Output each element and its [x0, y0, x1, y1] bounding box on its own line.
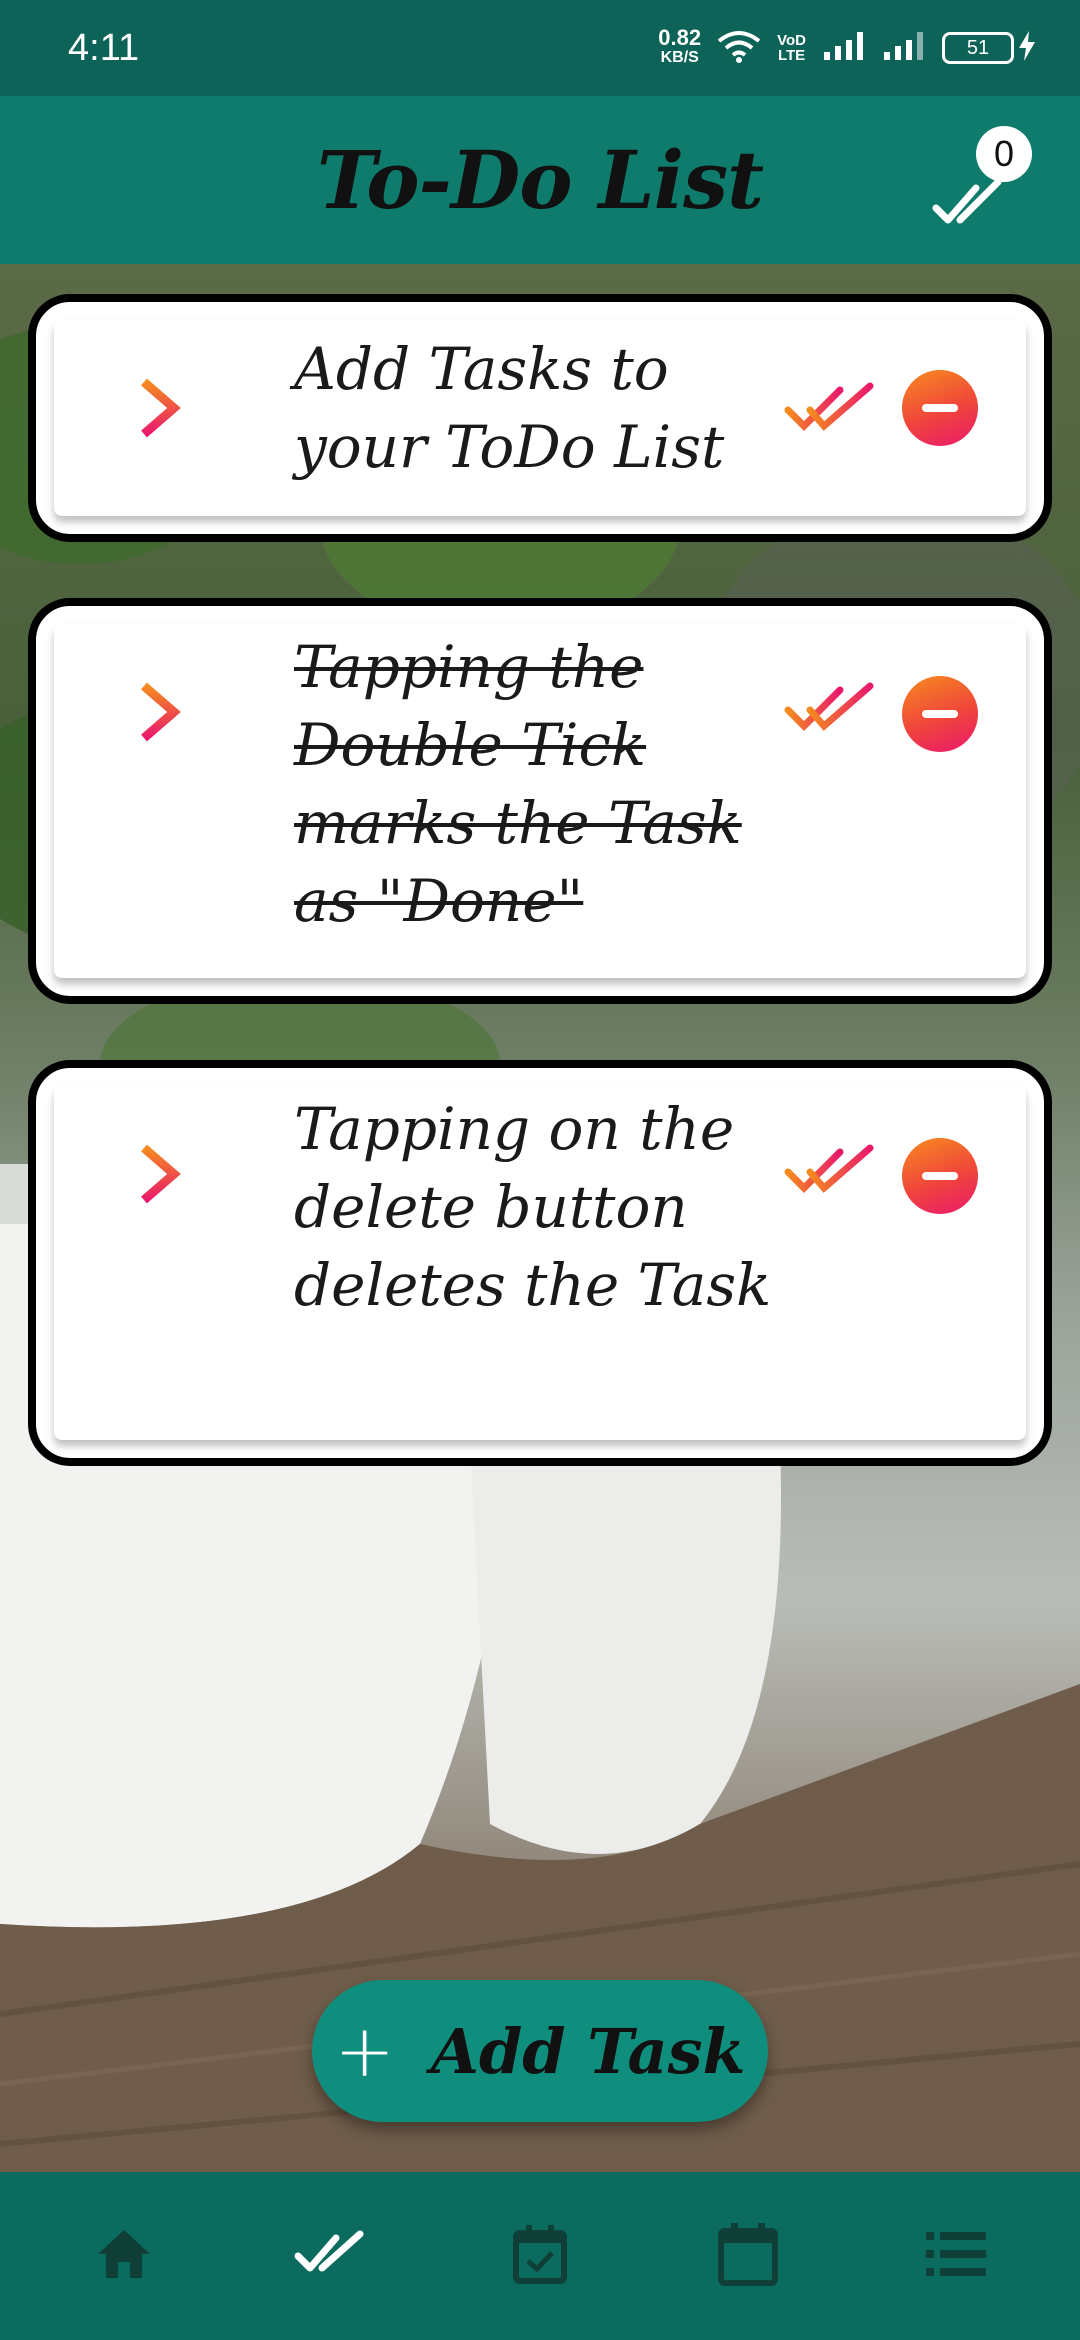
- bottom-nav: [0, 2172, 1080, 2340]
- volte-label-bottom: LTE: [777, 47, 806, 64]
- task-card: Tapping on the delete button deletes the…: [28, 1060, 1052, 1466]
- volte-label-top: VoD: [777, 32, 806, 49]
- task-text: Tapping on the delete button deletes the…: [294, 1095, 772, 1319]
- done-count-badge: 0: [976, 126, 1032, 182]
- volte-indicator: VoD LTE: [777, 33, 806, 63]
- nav-list[interactable]: [896, 2196, 1016, 2316]
- nav-calendar[interactable]: [688, 2196, 808, 2316]
- nav-home[interactable]: [64, 2196, 184, 2316]
- signal-strength-icon: [822, 30, 866, 66]
- app-bar: To-Do List 0: [0, 96, 1080, 264]
- wifi-icon: [717, 29, 761, 67]
- network-speed-value: 0.82: [658, 25, 702, 50]
- battery-level: 51: [942, 32, 1014, 64]
- mark-done-button[interactable]: [784, 380, 876, 440]
- mark-done-button[interactable]: [784, 1142, 876, 1202]
- task-card: Tapping the Double Tick marks the Task a…: [28, 598, 1052, 1004]
- task-item: Tapping the Double Tick marks the Task a…: [54, 624, 1026, 978]
- chevron-right-icon: [138, 682, 182, 742]
- delete-task-button[interactable]: [902, 1138, 978, 1214]
- add-task-label: Add Task: [430, 2014, 746, 2088]
- task-text: Tapping the Double Tick marks the Task a…: [294, 633, 742, 935]
- chevron-right-icon: [138, 1144, 182, 1204]
- double-check-icon: [294, 2228, 370, 2284]
- delete-task-button[interactable]: [902, 676, 978, 752]
- status-icons: 0.82 KB/S VoD LTE 51: [658, 25, 1036, 68]
- status-bar: 4:11 0.82 KB/S VoD LTE 51: [0, 0, 1080, 96]
- signal-strength-icon: [882, 30, 926, 66]
- nav-done[interactable]: [272, 2196, 392, 2316]
- task-card: Add Tasks to your ToDo List: [28, 294, 1052, 542]
- nav-today[interactable]: [480, 2196, 600, 2316]
- mark-done-button[interactable]: [784, 680, 876, 740]
- task-item: Add Tasks to your ToDo List: [54, 320, 1026, 516]
- home-icon: [94, 2226, 154, 2286]
- task-text: Add Tasks to your ToDo List: [294, 335, 725, 481]
- list-icon: [926, 2230, 986, 2282]
- add-task-button[interactable]: + Add Task: [312, 1980, 768, 2122]
- battery-indicator: 51: [942, 31, 1036, 65]
- delete-task-button[interactable]: [902, 370, 978, 446]
- network-speed: 0.82 KB/S: [658, 25, 702, 68]
- chevron-right-icon: [138, 378, 182, 438]
- page-title: To-Do List: [316, 133, 764, 227]
- done-counter-button[interactable]: 0: [922, 126, 1032, 236]
- task-item: Tapping on the delete button deletes the…: [54, 1086, 1026, 1440]
- calendar-check-icon: [512, 2223, 568, 2289]
- charging-icon: [1018, 31, 1036, 65]
- status-time: 4:11: [68, 26, 140, 69]
- network-speed-unit: KB/S: [660, 49, 699, 66]
- calendar-icon: [717, 2221, 779, 2291]
- plus-icon: +: [334, 2009, 395, 2093]
